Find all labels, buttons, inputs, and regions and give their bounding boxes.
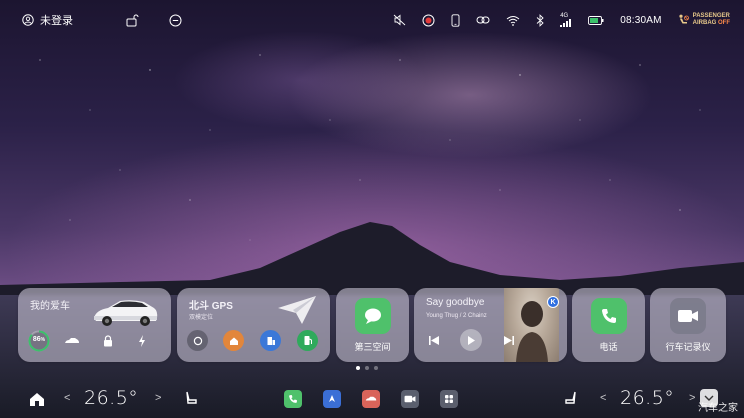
dashcam-label: 行车记录仪	[665, 342, 711, 352]
company-icon[interactable]	[260, 330, 281, 351]
passenger-airbag-indicator: PASSENGER AIRBAG OFF	[678, 13, 730, 27]
user-icon[interactable]	[22, 14, 34, 26]
driver-seat-icon[interactable]	[182, 390, 200, 408]
dock-navigation-icon[interactable]	[323, 390, 341, 408]
minus-circle-icon[interactable]	[169, 14, 182, 27]
widget-dock: 我的爱车 86% 北斗 GPS 双模定位 第三空间 Say goodbye Yo…	[18, 288, 726, 362]
search-icon[interactable]	[187, 330, 208, 351]
gps-card[interactable]: 北斗 GPS 双模定位	[177, 288, 330, 362]
signal-icon: 4G	[560, 13, 572, 27]
page-dot	[365, 366, 369, 370]
gps-subtitle: 双模定位	[189, 315, 214, 321]
login-status-label[interactable]: 未登录	[40, 12, 73, 28]
battery-value: 86	[32, 336, 41, 343]
car-image	[94, 300, 158, 326]
dock-car-icon[interactable]	[362, 390, 380, 408]
airbag-label-line2: AIRBAG	[692, 20, 717, 26]
page-dot	[356, 366, 360, 370]
passenger-seat-icon[interactable]	[562, 390, 580, 408]
bluetooth-icon[interactable]	[536, 13, 544, 27]
phone-card[interactable]: 电话	[572, 288, 645, 362]
unlock-icon[interactable]	[125, 14, 139, 27]
my-car-title: 我的爱车	[30, 301, 70, 312]
chat-bubble-icon	[354, 298, 391, 334]
next-track-icon[interactable]	[503, 335, 515, 346]
phone-label: 电话	[599, 342, 618, 352]
driver-temperature: 26.5°	[84, 387, 139, 409]
phone-icon	[590, 298, 627, 334]
link-icon[interactable]	[476, 14, 490, 26]
wifi-icon[interactable]	[506, 15, 520, 26]
bottom-bar: < 26.5° > < 26.5° > 汽车之家	[0, 380, 744, 418]
song-title: Say goodbye	[426, 297, 485, 308]
charging-station-icon[interactable]	[297, 330, 318, 351]
mute-icon[interactable]	[393, 14, 406, 26]
page-indicator	[356, 366, 378, 370]
record-icon[interactable]	[422, 14, 435, 27]
play-icon[interactable]	[460, 329, 482, 351]
third-space-label: 第三空间	[354, 342, 391, 352]
temp-right-increase[interactable]: >	[689, 392, 695, 404]
third-space-card[interactable]: 第三空间	[336, 288, 409, 362]
clock-time: 08:30AM	[620, 14, 662, 26]
previous-track-icon[interactable]	[428, 335, 440, 346]
battery-percent: 86%	[28, 336, 50, 343]
car-status-icon[interactable]	[64, 333, 80, 349]
lock-icon[interactable]	[100, 333, 116, 349]
airbag-state: OFF	[718, 20, 730, 26]
charge-icon[interactable]	[134, 333, 150, 349]
temp-left-increase[interactable]: >	[155, 392, 161, 404]
music-source-badge: K	[547, 296, 559, 308]
song-artist: Young Thug / 2 Chainz	[426, 313, 487, 319]
airbag-icon	[679, 14, 689, 24]
dashcam-card[interactable]: 行车记录仪	[650, 288, 726, 362]
music-card[interactable]: Say goodbye Young Thug / 2 Chainz K	[414, 288, 567, 362]
paper-plane-icon	[278, 296, 316, 324]
my-car-card[interactable]: 我的爱车 86%	[18, 288, 171, 362]
phone-outline-icon[interactable]	[451, 13, 460, 27]
home-button-icon[interactable]	[28, 390, 46, 408]
battery-unit: %	[40, 337, 46, 343]
gps-title: 北斗 GPS	[189, 301, 233, 312]
temp-right-decrease[interactable]: <	[600, 392, 606, 404]
airbag-label-line1: PASSENGER	[692, 13, 730, 19]
video-camera-icon	[670, 298, 706, 334]
dock-camera-icon[interactable]	[401, 390, 419, 408]
page-dot	[374, 366, 378, 370]
passenger-temperature: 26.5°	[620, 387, 675, 409]
status-bar: 未登录 4G 08:30AM PASSENGER AIRBAG OFF	[0, 0, 744, 40]
watermark-text: 汽车之家	[698, 403, 738, 414]
dock-phone-icon[interactable]	[284, 390, 302, 408]
temp-left-decrease[interactable]: <	[64, 392, 70, 404]
battery-icon	[588, 15, 604, 25]
dock-apps-grid-icon[interactable]	[440, 390, 458, 408]
home-icon[interactable]	[223, 330, 244, 351]
